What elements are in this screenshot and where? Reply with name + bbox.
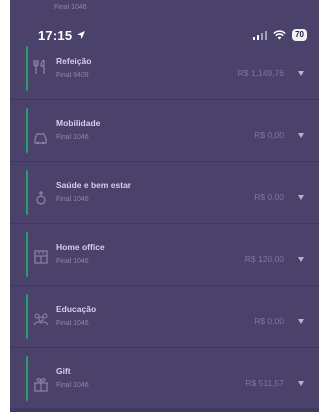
bottom-edge [10, 408, 319, 412]
benefit-amount: R$ 0,00 [254, 316, 284, 326]
chevron-down-icon[interactable] [298, 381, 304, 386]
accent-bar [26, 170, 28, 215]
benefit-title: Gift [56, 366, 71, 376]
accent-bar [26, 294, 28, 339]
benefit-title: Mobilidade [56, 118, 101, 128]
benefit-amount: R$ 120,00 [244, 254, 284, 264]
graduation-icon [33, 313, 49, 326]
accent-bar [26, 232, 28, 277]
car-icon [34, 133, 47, 145]
phone-screen: Final 1046 17:15 70 Refeição Final 9409 … [10, 0, 319, 412]
benefit-card-final: Final 1046 [56, 134, 89, 141]
benefit-row-mobilidade[interactable]: Mobilidade Final 1046 R$ 0,00 [10, 100, 319, 162]
benefit-amount: R$ 511,57 [245, 378, 284, 388]
utensils-icon [33, 59, 45, 74]
benefit-card-final: Final 9409 [56, 72, 89, 79]
chevron-down-icon[interactable] [298, 319, 304, 324]
benefit-title: Refeição [56, 56, 92, 66]
building-icon [34, 250, 48, 264]
chevron-down-icon[interactable] [298, 257, 304, 262]
chevron-down-icon[interactable] [298, 195, 304, 200]
peek-row-subtitle: Final 1046 [54, 4, 87, 11]
benefit-amount: R$ 0,00 [254, 130, 284, 140]
benefit-row-refeicao[interactable]: Refeição Final 9409 R$ 1.149,76 [10, 38, 319, 100]
health-icon [36, 191, 46, 205]
benefit-row-gift[interactable]: Gift Final 1046 R$ 511,57 [10, 348, 319, 410]
accent-bar [26, 46, 28, 91]
benefit-card-final: Final 1046 [56, 196, 89, 203]
benefit-title: Saúde e bem estar [56, 180, 132, 190]
benefit-row-home-office[interactable]: Home office Final 1046 R$ 120,00 [10, 224, 319, 286]
gift-icon [34, 377, 48, 392]
benefit-card-final: Final 1046 [56, 258, 89, 265]
benefit-row-saude[interactable]: Saúde e bem estar Final 1046 R$ 0,00 [10, 162, 319, 224]
accent-bar [26, 356, 28, 401]
benefit-amount: R$ 0,00 [254, 192, 284, 202]
benefit-amount: R$ 1.149,76 [237, 68, 284, 78]
benefit-title: Home office [56, 242, 105, 252]
benefit-card-final: Final 1046 [56, 382, 89, 389]
benefit-card-final: Final 1046 [56, 320, 89, 327]
benefits-list: Refeição Final 9409 R$ 1.149,76 Mobilida… [10, 38, 319, 410]
chevron-down-icon[interactable] [298, 133, 304, 138]
benefit-row-educacao[interactable]: Educação Final 1046 R$ 0,00 [10, 286, 319, 348]
accent-bar [26, 108, 28, 153]
chevron-down-icon[interactable] [298, 71, 304, 76]
benefit-title: Educação [56, 304, 97, 314]
